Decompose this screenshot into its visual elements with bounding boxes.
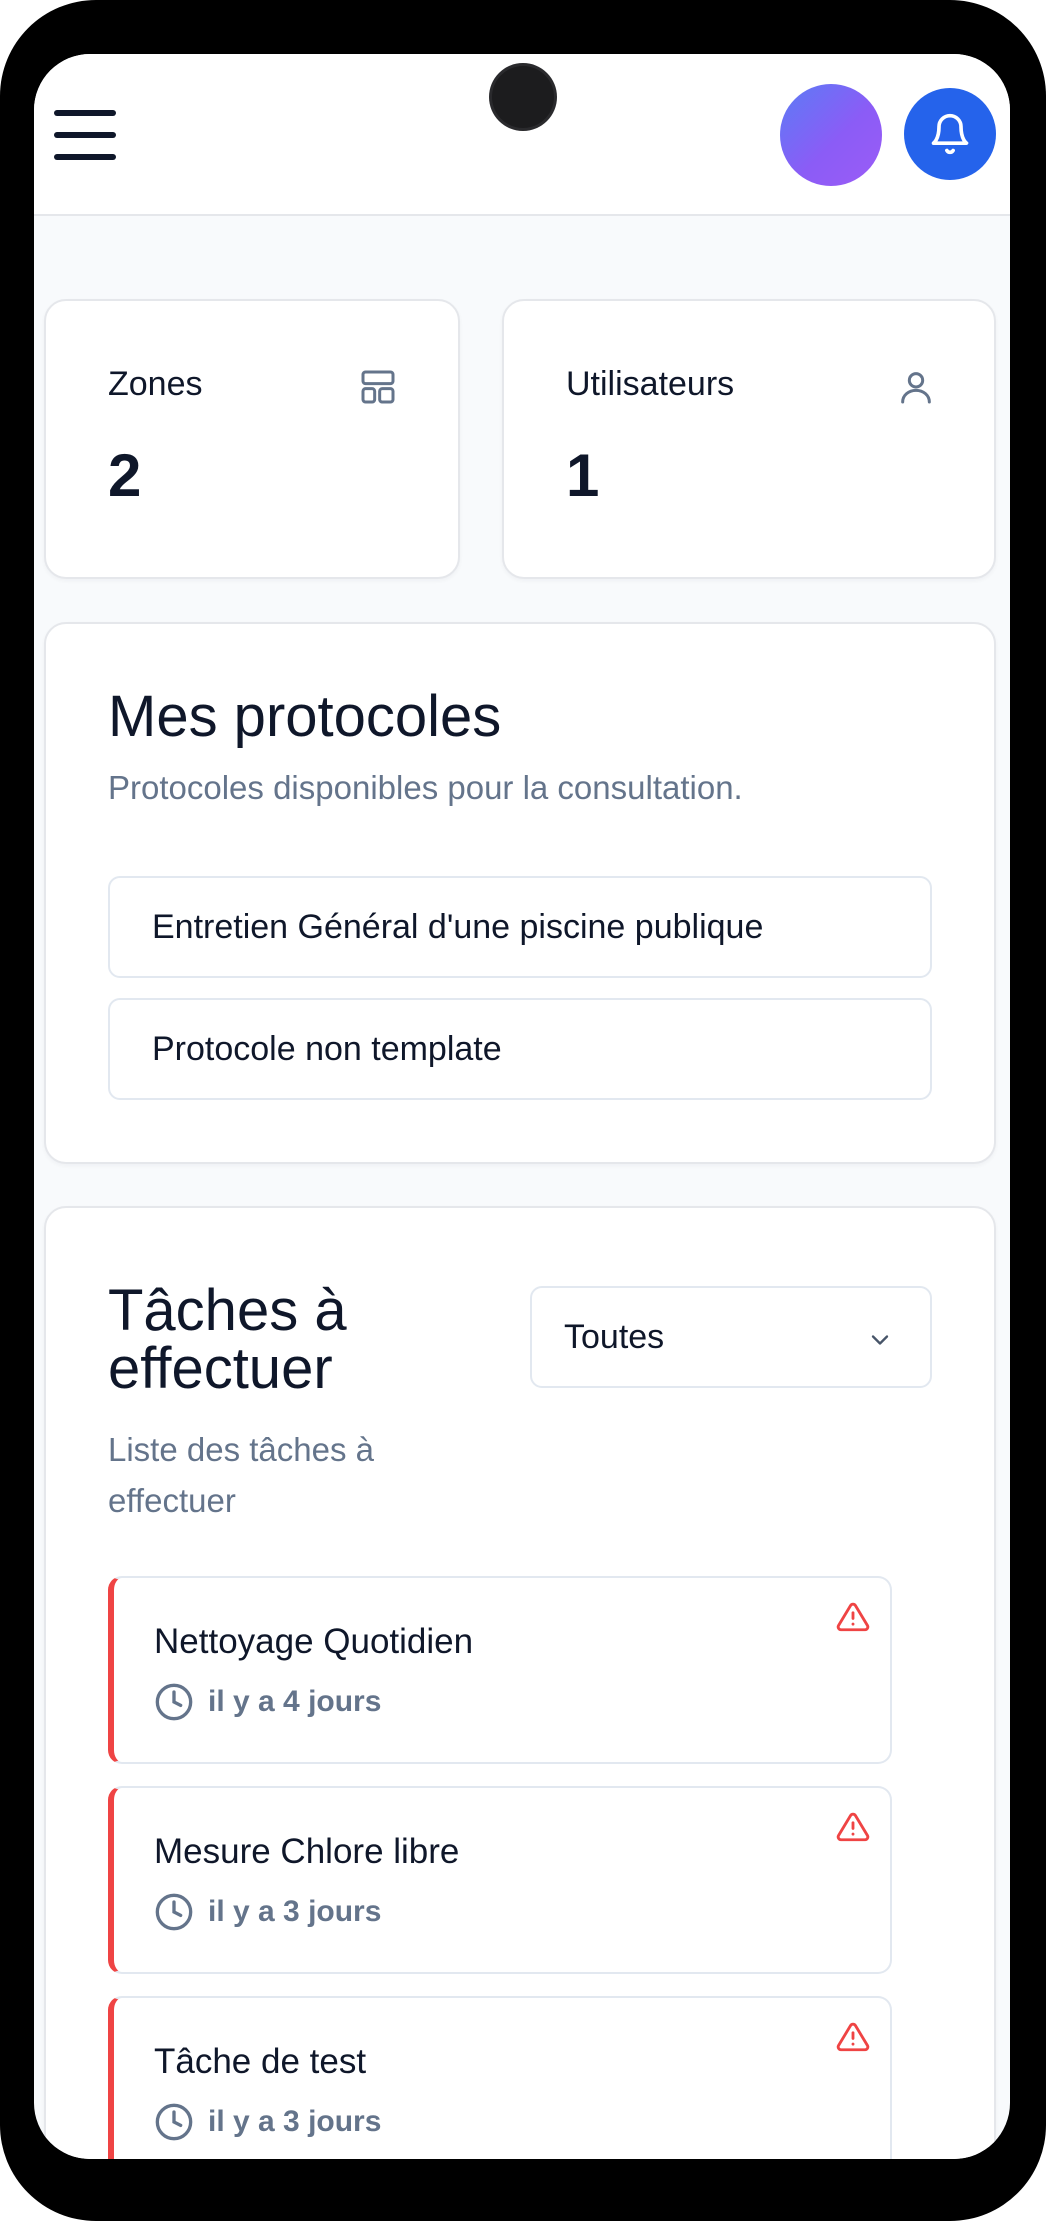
hamburger-menu-icon[interactable] — [54, 110, 116, 160]
task-filter-value: Toutes — [564, 1317, 665, 1356]
protocols-card: Mes protocoles Protocoles disponibles po… — [44, 622, 996, 1164]
stat-value: 2 — [108, 442, 142, 509]
tasks-title-line1: Tâches à — [108, 1278, 347, 1343]
task-filter-select[interactable]: Toutes — [530, 1286, 932, 1388]
user-avatar[interactable] — [780, 84, 882, 186]
task-time-text: il y a 4 jours — [208, 1685, 382, 1718]
tasks-card: Tâches à effectuer Liste des tâches à ef… — [44, 1206, 996, 2159]
stat-card-users: Utilisateurs 1 — [502, 299, 996, 579]
task-name: Tâche de test — [154, 2042, 367, 2081]
alert-triangle-icon — [836, 2022, 870, 2052]
app-screen: Zones 2 Utilisateurs 1 Mes protocoles Pr… — [34, 54, 1010, 2159]
tasks-subtitle-line2: effectuer — [108, 1482, 236, 1520]
phone-frame: Zones 2 Utilisateurs 1 Mes protocoles Pr… — [0, 0, 1046, 2221]
task-time: il y a 3 jours — [154, 1892, 381, 1932]
protocols-subtitle: Protocoles disponibles pour la consultat… — [108, 769, 743, 806]
tasks-subtitle: Liste des tâches à effectuer — [108, 1424, 374, 1526]
task-name: Mesure Chlore libre — [154, 1832, 460, 1871]
stat-card-zones: Zones 2 — [44, 299, 460, 579]
stat-label: Utilisateurs — [566, 365, 735, 403]
task-name: Nettoyage Quotidien — [154, 1622, 474, 1661]
alert-triangle-icon — [836, 1812, 870, 1842]
clock-icon — [155, 2103, 193, 2141]
notifications-button[interactable] — [904, 88, 996, 180]
tasks-title-line2: effectuer — [108, 1336, 333, 1401]
task-time-text: il y a 3 jours — [208, 1895, 382, 1928]
task-time: il y a 4 jours — [154, 1682, 381, 1722]
task-item[interactable]: Mesure Chlore libre il y a 3 jours — [108, 1786, 892, 1974]
tasks-title: Tâches à effectuer — [108, 1282, 347, 1398]
user-icon — [901, 372, 931, 404]
protocol-item[interactable]: Protocole non template — [108, 998, 932, 1100]
stat-value: 1 — [566, 442, 600, 509]
task-time-text: il y a 3 jours — [208, 2105, 382, 2138]
protocols-title: Mes protocoles — [108, 684, 502, 749]
alert-triangle-icon — [836, 1602, 870, 1632]
tasks-subtitle-line1: Liste des tâches à — [108, 1431, 374, 1468]
layout-grid-icon — [361, 370, 395, 404]
task-time: il y a 3 jours — [154, 2102, 381, 2142]
bell-icon — [931, 113, 969, 155]
protocol-item[interactable]: Entretien Général d'une piscine publique — [108, 876, 932, 978]
chevron-down-icon — [871, 1335, 889, 1345]
task-item[interactable]: Nettoyage Quotidien il y a 4 jours — [108, 1576, 892, 1764]
stat-label: Zones — [108, 365, 203, 403]
clock-icon — [155, 1893, 193, 1931]
clock-icon — [155, 1683, 193, 1721]
front-camera — [492, 66, 554, 128]
task-item[interactable]: Tâche de test il y a 3 jours — [108, 1996, 892, 2159]
